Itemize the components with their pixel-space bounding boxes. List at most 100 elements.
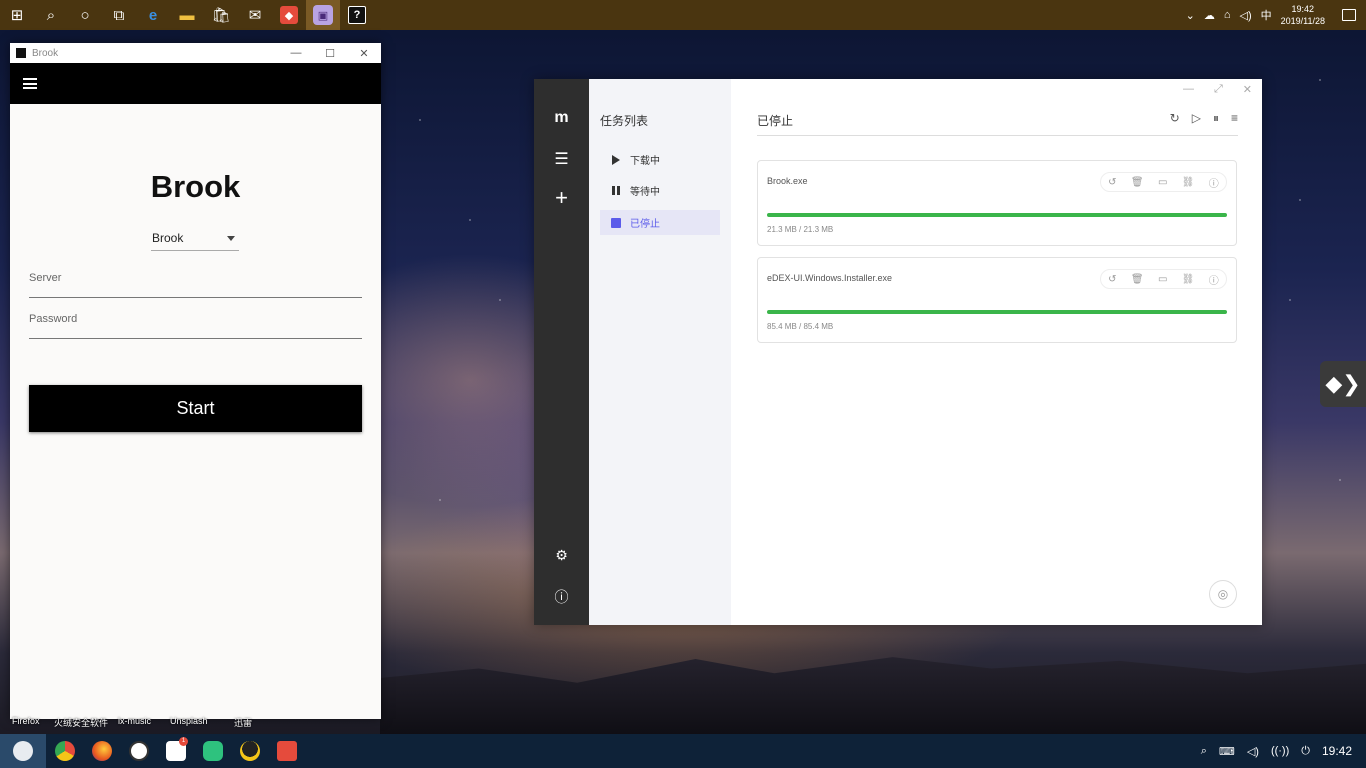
top-clock-time: 19:42 <box>1291 4 1315 14</box>
motrix-logo-icon: m <box>554 109 569 126</box>
brook-window: Brook — ☐ ✕ Brook Brook Start <box>10 43 381 719</box>
cloud-icon[interactable]: ☁ <box>1204 9 1215 22</box>
task-progress <box>767 213 1227 217</box>
chrome-icon[interactable] <box>46 734 83 768</box>
task-card[interactable]: Brook.exe ↺ 🗑 ▭ ⛓ ⓘ 21.3 MB / 21.3 MB <box>757 160 1237 246</box>
keyboard-icon[interactable]: ⌨ <box>1219 745 1235 758</box>
bottom-taskbar: 1 ⌕ ⌨ ◁) ((·)) ⏻ 19:42 <box>0 734 1366 768</box>
chevron-up-icon[interactable]: ⌄ <box>1186 9 1195 22</box>
brook-toolbar <box>10 63 381 104</box>
close-icon[interactable]: ✕ <box>1243 83 1252 96</box>
help-icon[interactable]: ⓘ <box>534 587 589 607</box>
server-input[interactable] <box>29 270 362 284</box>
motrix-nav: 任务列表 下载中 等待中 已停止 <box>589 79 731 625</box>
wifi-icon[interactable]: ((·)) <box>1271 745 1289 757</box>
side-widget-icon[interactable]: ◆❯ <box>1320 361 1366 407</box>
edge-icon[interactable]: e <box>136 0 170 30</box>
motrix-window: m ☰ + ⚙ ⓘ 任务列表 下载中 等待中 已停止 — ⤢ ✕ 已停止 ↻ ▷… <box>534 79 1262 625</box>
motrix-main: — ⤢ ✕ 已停止 ↻ ▷ ⏸ ≡ Brook.exe ↺ 🗑 ▭ ⛓ ⓘ 21… <box>731 79 1262 625</box>
task-list-icon[interactable]: ☰ <box>534 149 589 169</box>
speedometer-icon[interactable]: ◎ <box>1209 580 1237 608</box>
search-icon[interactable]: ⌕ <box>34 0 68 30</box>
delete-icon[interactable]: 🗑 <box>1131 177 1144 188</box>
protocol-select-value: Brook <box>152 231 184 245</box>
folder-icon[interactable]: ▭ <box>1158 274 1167 285</box>
task-progress-fill <box>767 310 1227 314</box>
nav-item-label: 下载中 <box>630 156 660 167</box>
file-explorer-icon[interactable]: ▬ <box>170 0 204 30</box>
power-icon[interactable]: ⏻ <box>1301 745 1310 758</box>
server-field-wrapper <box>29 268 362 298</box>
link-icon[interactable]: ⛓ <box>1182 274 1195 285</box>
password-input[interactable] <box>29 311 362 325</box>
compass-icon[interactable] <box>120 734 157 768</box>
brook-app-title: Brook <box>150 169 241 204</box>
store-icon[interactable]: 🛍 <box>204 0 238 30</box>
task-view-icon[interactable]: ⧉ <box>102 0 136 30</box>
add-task-icon[interactable]: + <box>534 185 589 211</box>
network-icon[interactable]: ⌂ <box>1224 9 1231 21</box>
cortana-icon[interactable]: ○ <box>68 0 102 30</box>
password-field-wrapper <box>29 309 362 339</box>
folder-icon[interactable]: ▭ <box>1158 177 1167 188</box>
info-icon[interactable]: ⓘ <box>1209 175 1219 190</box>
task-size: 85.4 MB / 85.4 MB <box>767 322 834 331</box>
info-icon[interactable]: ⓘ <box>1209 272 1219 287</box>
close-icon[interactable]: ✕ <box>347 47 381 60</box>
clear-list-icon[interactable]: ≡ <box>1231 111 1238 126</box>
windows-start-icon[interactable]: ⊞ <box>0 0 34 30</box>
maximize-icon[interactable]: ☐ <box>313 47 347 60</box>
nav-item-label: 已停止 <box>630 219 660 230</box>
main-title: 已停止 <box>757 114 794 128</box>
brook-taskbar-icon[interactable]: ? <box>340 0 374 30</box>
volume-icon[interactable]: ◁) <box>1239 9 1251 22</box>
task-name: eDEX-UI.Windows.Installer.exe <box>767 273 893 283</box>
start-button[interactable]: Start <box>29 385 362 432</box>
desktop-label[interactable]: Firefox <box>12 716 40 726</box>
desktop-label[interactable]: Unsplash <box>170 716 208 726</box>
restart-icon[interactable]: ↺ <box>1108 274 1116 285</box>
volume-icon[interactable]: ◁) <box>1247 745 1259 758</box>
task-actions: ↺ 🗑 ▭ ⛓ ⓘ <box>1100 172 1227 192</box>
motrix-rail: m ☰ + ⚙ ⓘ <box>534 79 589 625</box>
firefox-icon[interactable] <box>83 734 120 768</box>
launcher-icon[interactable] <box>0 734 46 768</box>
mail-icon[interactable]: ✉ <box>238 0 272 30</box>
settings-sliders-icon[interactable]: ⚙ <box>534 547 589 564</box>
red-app-icon[interactable] <box>268 734 305 768</box>
desktop-label[interactable]: 迅雷 <box>234 716 252 729</box>
pause-all-icon[interactable]: ⏸ <box>1213 111 1219 126</box>
nav-item-stopped[interactable]: 已停止 <box>600 210 720 235</box>
brook-logo-icon <box>16 48 26 58</box>
refresh-icon[interactable]: ↻ <box>1170 111 1180 126</box>
search-icon[interactable]: ⌕ <box>1201 745 1207 758</box>
protocol-select[interactable]: Brook <box>151 231 239 251</box>
qq-icon[interactable] <box>231 734 268 768</box>
task-card[interactable]: eDEX-UI.Windows.Installer.exe ↺ 🗑 ▭ ⛓ ⓘ … <box>757 257 1237 343</box>
red-app-icon[interactable]: ◆ <box>272 0 306 30</box>
chat-icon[interactable] <box>194 734 231 768</box>
resume-all-icon[interactable]: ▷ <box>1192 111 1201 126</box>
pause-icon <box>610 186 622 195</box>
minimize-icon[interactable]: — <box>1183 83 1194 96</box>
menu-icon[interactable] <box>23 78 37 89</box>
delete-icon[interactable]: 🗑 <box>1131 274 1144 285</box>
maximize-icon[interactable]: ⤢ <box>1214 83 1223 96</box>
restart-icon[interactable]: ↺ <box>1108 177 1116 188</box>
nav-item-active[interactable]: 下载中 <box>600 147 720 172</box>
brook-titlebar: Brook — ☐ ✕ <box>10 43 381 63</box>
desktop-label[interactable]: lx-music <box>118 716 151 726</box>
minimize-icon[interactable]: — <box>279 47 313 60</box>
top-clock[interactable]: 19:42 2019/11/28 <box>1281 3 1325 27</box>
nav-item-waiting[interactable]: 等待中 <box>600 178 720 203</box>
task-progress-fill <box>767 213 1227 217</box>
caret-down-icon <box>227 236 235 241</box>
desktop-label[interactable]: 火绒安全软件 <box>54 716 108 729</box>
ime-indicator[interactable]: 中 <box>1261 7 1272 23</box>
top-taskbar: ⊞ ⌕ ○ ⧉ e ▬ 🛍 ✉ ◆ ▣ ? ⌄ ☁ ⌂ ◁) 中 19:42 2… <box>0 0 1366 30</box>
link-icon[interactable]: ⛓ <box>1182 177 1195 188</box>
motrix-taskbar-icon[interactable]: ▣ <box>306 0 340 30</box>
bottom-clock[interactable]: 19:42 <box>1322 744 1352 758</box>
cloud-app-icon[interactable]: 1 <box>157 734 194 768</box>
notification-icon[interactable] <box>1342 9 1356 21</box>
